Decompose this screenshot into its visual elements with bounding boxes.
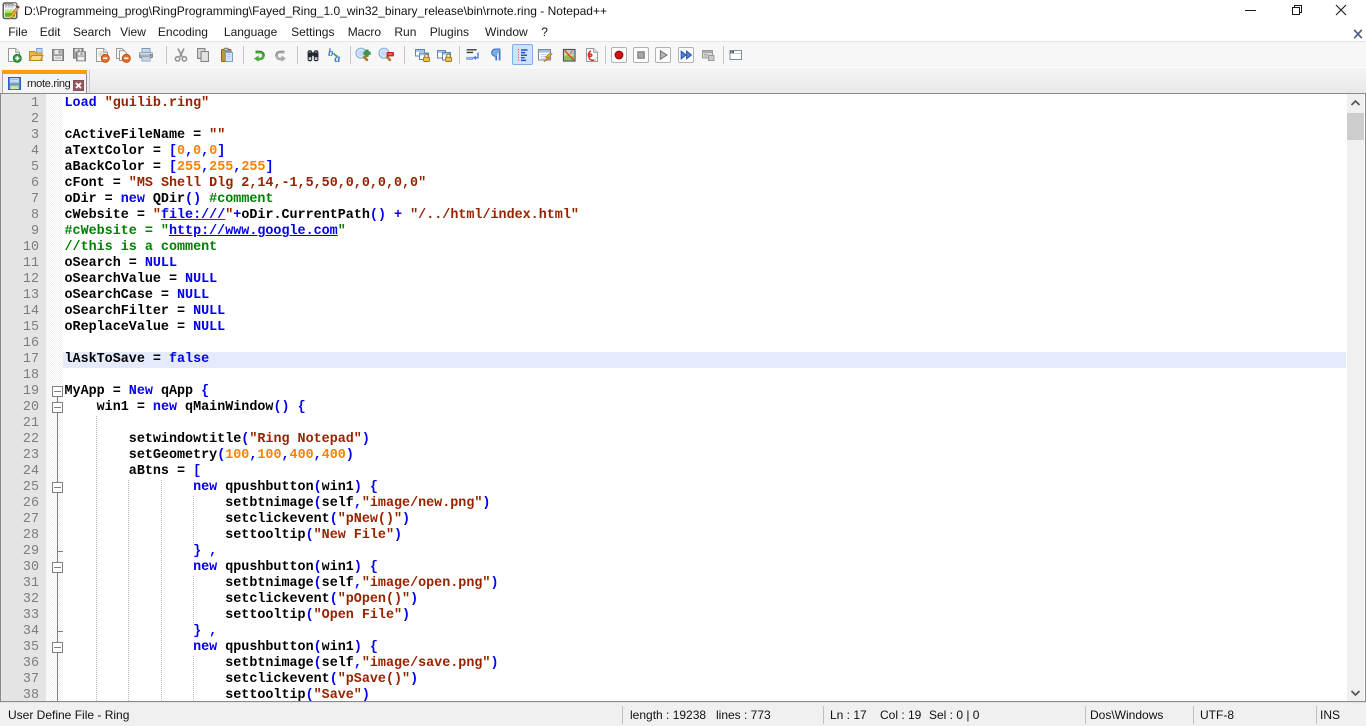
svg-text:b: b	[328, 47, 334, 59]
